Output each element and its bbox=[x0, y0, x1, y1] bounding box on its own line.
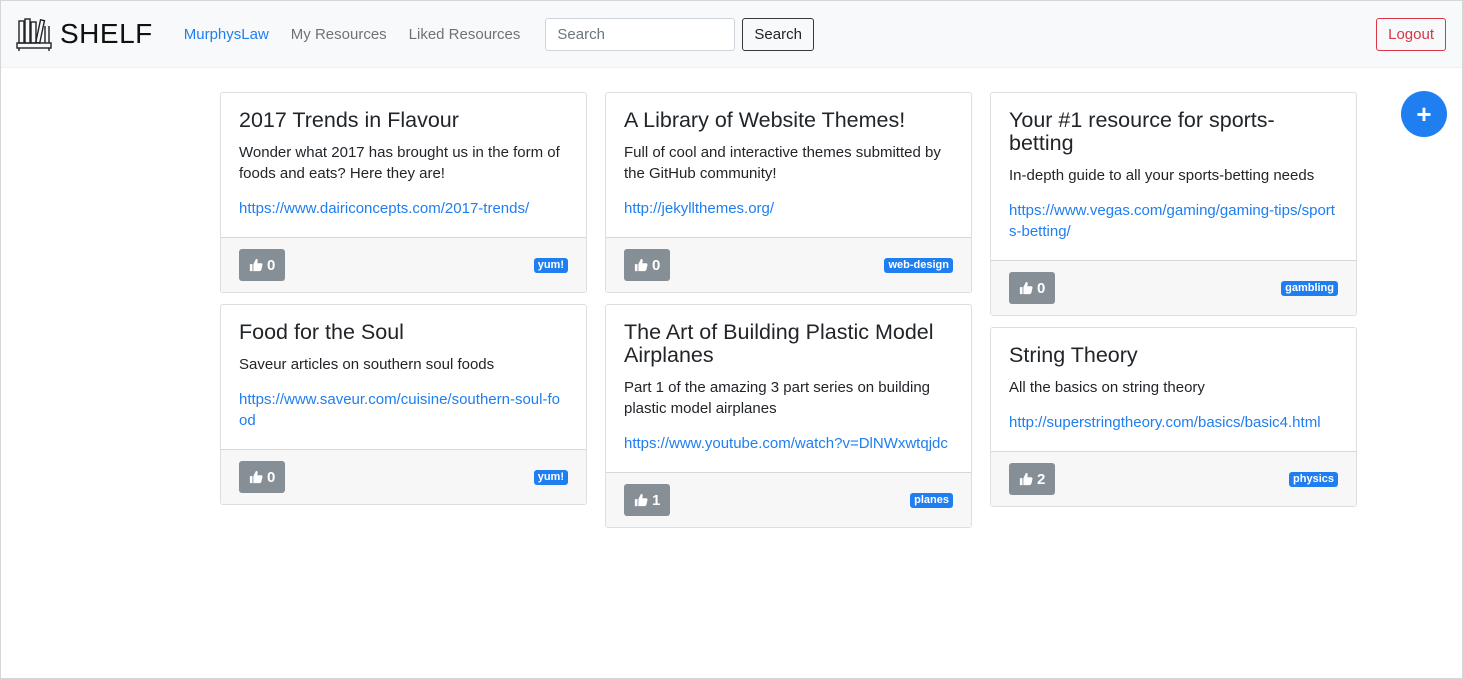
plus-icon: + bbox=[1416, 99, 1432, 129]
add-resource-button[interactable]: + bbox=[1401, 91, 1447, 137]
like-button[interactable]: 0 bbox=[1009, 272, 1056, 304]
card-link[interactable]: http://jekyllthemes.org/ bbox=[624, 198, 953, 219]
resource-column: Your #1 resource for sports-betting In-d… bbox=[990, 92, 1357, 528]
like-count: 0 bbox=[1037, 279, 1046, 297]
resource-column: 2017 Trends in Flavour Wonder what 2017 … bbox=[220, 92, 587, 528]
resource-card: 2017 Trends in Flavour Wonder what 2017 … bbox=[220, 92, 587, 293]
card-link[interactable]: http://superstringtheory.com/basics/basi… bbox=[1009, 412, 1338, 433]
bookshelf-icon bbox=[16, 18, 52, 51]
card-description: Saveur articles on southern soul foods bbox=[239, 356, 495, 373]
like-button[interactable]: 0 bbox=[239, 249, 286, 281]
card-footer: 0 gambling bbox=[991, 260, 1356, 315]
card-title: Your #1 resource for sports-betting bbox=[1009, 108, 1275, 155]
nav-link-my-resources[interactable]: My Resources bbox=[291, 26, 387, 43]
like-button[interactable]: 2 bbox=[1009, 463, 1056, 495]
resource-card: String Theory All the basics on string t… bbox=[990, 327, 1357, 507]
resource-card: Food for the Soul Saveur articles on sou… bbox=[220, 304, 587, 505]
card-body: The Art of Building Plastic Model Airpla… bbox=[606, 305, 971, 472]
thumbs-up-icon bbox=[1019, 281, 1033, 295]
thumbs-up-icon bbox=[634, 493, 648, 507]
like-button[interactable]: 0 bbox=[239, 461, 286, 493]
tag-badge[interactable]: web-design bbox=[884, 257, 953, 273]
card-footer: 0 yum! bbox=[221, 449, 586, 504]
nav-link-user[interactable]: MurphysLaw bbox=[184, 26, 269, 43]
resource-grid: 2017 Trends in Flavour Wonder what 2017 … bbox=[220, 92, 1357, 528]
resource-card: A Library of Website Themes! Full of coo… bbox=[605, 92, 972, 293]
like-button[interactable]: 1 bbox=[624, 484, 671, 516]
brand-text: SHELF bbox=[60, 18, 153, 49]
card-body: Your #1 resource for sports-betting In-d… bbox=[991, 93, 1356, 260]
like-count: 1 bbox=[652, 491, 661, 509]
tag-badge[interactable]: planes bbox=[910, 492, 953, 508]
brand[interactable]: SHELF bbox=[15, 16, 153, 52]
like-count: 2 bbox=[1037, 470, 1046, 488]
card-footer: 1 planes bbox=[606, 472, 971, 527]
thumbs-up-icon bbox=[249, 470, 263, 484]
card-description: Part 1 of the amazing 3 part series on b… bbox=[624, 379, 931, 417]
logout-button[interactable]: Logout bbox=[1376, 17, 1446, 51]
resource-column: A Library of Website Themes! Full of coo… bbox=[605, 92, 972, 528]
card-description: All the basics on string theory bbox=[1009, 379, 1205, 396]
card-title: Food for the Soul bbox=[239, 320, 404, 344]
card-body: A Library of Website Themes! Full of coo… bbox=[606, 93, 971, 237]
tag-badge[interactable]: yum! bbox=[533, 257, 568, 273]
card-body: String Theory All the basics on string t… bbox=[991, 328, 1356, 451]
card-description: Full of cool and interactive themes subm… bbox=[624, 144, 941, 182]
resource-card: Your #1 resource for sports-betting In-d… bbox=[990, 92, 1357, 316]
card-title: A Library of Website Themes! bbox=[624, 108, 906, 132]
nav-link-liked-resources[interactable]: Liked Resources bbox=[409, 26, 521, 43]
card-footer: 0 web-design bbox=[606, 237, 971, 292]
card-link[interactable]: https://www.vegas.com/gaming/gaming-tips… bbox=[1009, 200, 1338, 242]
like-button[interactable]: 0 bbox=[624, 249, 671, 281]
thumbs-up-icon bbox=[249, 258, 263, 272]
card-title: String Theory bbox=[1009, 343, 1138, 367]
search-button[interactable]: Search bbox=[742, 17, 814, 51]
like-count: 0 bbox=[267, 256, 276, 274]
like-count: 0 bbox=[652, 256, 661, 274]
like-count: 0 bbox=[267, 468, 276, 486]
tag-badge[interactable]: yum! bbox=[533, 469, 568, 485]
thumbs-up-icon bbox=[1019, 472, 1033, 486]
thumbs-up-icon bbox=[634, 258, 648, 272]
card-description: In-depth guide to all your sports-bettin… bbox=[1009, 167, 1315, 184]
card-body: Food for the Soul Saveur articles on sou… bbox=[221, 305, 586, 449]
tag-badge[interactable]: physics bbox=[1289, 471, 1338, 487]
card-title: 2017 Trends in Flavour bbox=[239, 108, 459, 132]
card-title: The Art of Building Plastic Model Airpla… bbox=[624, 320, 934, 367]
card-link[interactable]: https://www.saveur.com/cuisine/southern-… bbox=[239, 389, 568, 431]
search-input[interactable] bbox=[545, 17, 736, 51]
card-link[interactable]: https://www.youtube.com/watch?v=DlNWxwtq… bbox=[624, 433, 953, 454]
card-description: Wonder what 2017 has brought us in the f… bbox=[239, 144, 560, 182]
card-body: 2017 Trends in Flavour Wonder what 2017 … bbox=[221, 93, 586, 237]
navbar: SHELF MurphysLaw My Resources Liked Reso… bbox=[1, 1, 1462, 68]
card-link[interactable]: https://www.dairiconcepts.com/2017-trend… bbox=[239, 198, 568, 219]
tag-badge[interactable]: gambling bbox=[1281, 280, 1338, 296]
card-footer: 2 physics bbox=[991, 451, 1356, 506]
card-footer: 0 yum! bbox=[221, 237, 586, 292]
resource-card: The Art of Building Plastic Model Airpla… bbox=[605, 304, 972, 528]
